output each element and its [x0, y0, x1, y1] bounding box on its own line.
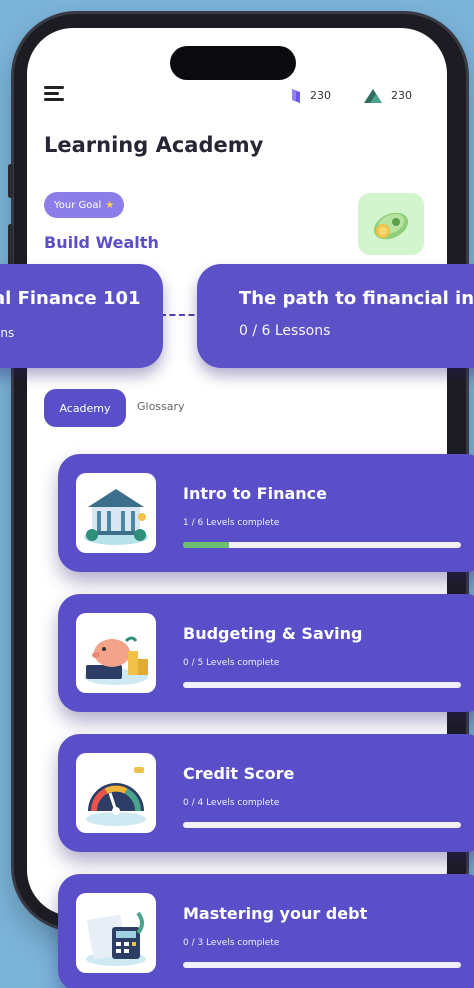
goal-title: Build Wealth: [44, 233, 159, 252]
points-count: 230: [391, 89, 412, 102]
lesson-progress-bar: [183, 822, 461, 828]
gem-icon: [292, 89, 300, 103]
lesson-card-mastering-debt[interactable]: Mastering your debt 0 / 3 Levels complet…: [58, 874, 474, 988]
lesson-progress-bar: [183, 962, 461, 968]
lesson-status: 0 / 3 Levels complete: [183, 938, 280, 948]
lesson-thumbnail: [76, 753, 156, 833]
course-title: al Finance 101: [0, 288, 141, 309]
lesson-thumbnail: [76, 473, 156, 553]
course-card-financial-path[interactable]: The path to financial in 0 / 6 Lessons: [197, 264, 474, 368]
lesson-title: Credit Score: [183, 764, 295, 783]
lesson-thumbnail: [76, 893, 156, 973]
phone-side-button: [8, 164, 13, 198]
mountain-icon: [364, 89, 382, 103]
lesson-progress-bar: [183, 542, 461, 548]
lesson-card-intro-to-finance[interactable]: Intro to Finance 1 / 6 Levels complete: [58, 454, 474, 572]
stage: 230 230 Learning Academy Your Goal ★ Bui…: [0, 0, 474, 988]
course-progress: 0 / 6 Lessons: [239, 323, 331, 339]
piggy-bank-icon: [84, 636, 148, 685]
calculator-icon: [86, 911, 146, 966]
tab-glossary[interactable]: Glossary: [137, 400, 185, 413]
tab-academy[interactable]: Academy: [44, 389, 126, 427]
lesson-status: 0 / 4 Levels complete: [183, 798, 280, 808]
money-tile[interactable]: [358, 193, 424, 255]
lesson-card-credit-score[interactable]: Credit Score 0 / 4 Levels complete: [58, 734, 474, 852]
lesson-progress-fill: [183, 542, 230, 548]
course-title: The path to financial in: [239, 288, 474, 309]
lesson-thumbnail: [76, 613, 156, 693]
credit-gauge-icon: [86, 767, 146, 826]
lesson-progress-bar: [183, 682, 461, 688]
lesson-status: 1 / 6 Levels complete: [183, 518, 280, 528]
gem-count: 230: [310, 89, 331, 102]
lesson-title: Mastering your debt: [183, 904, 368, 923]
lesson-title: Intro to Finance: [183, 484, 327, 503]
lesson-title: Budgeting & Saving: [183, 624, 363, 643]
lesson-status: 0 / 5 Levels complete: [183, 658, 280, 668]
bank-building-icon: [84, 489, 148, 545]
money-icon: [373, 212, 409, 240]
hamburger-icon[interactable]: [44, 86, 64, 104]
star-icon: ★: [105, 199, 115, 211]
goal-badge[interactable]: Your Goal ★: [44, 192, 125, 218]
lesson-card-budgeting-saving[interactable]: Budgeting & Saving 0 / 5 Levels complete: [58, 594, 474, 712]
page-title: Learning Academy: [44, 133, 264, 157]
course-card-personal-finance[interactable]: al Finance 101 ons: [0, 264, 163, 368]
goal-badge-label: Your Goal: [54, 199, 102, 211]
course-progress: ons: [0, 326, 15, 340]
dynamic-island: [170, 46, 296, 80]
